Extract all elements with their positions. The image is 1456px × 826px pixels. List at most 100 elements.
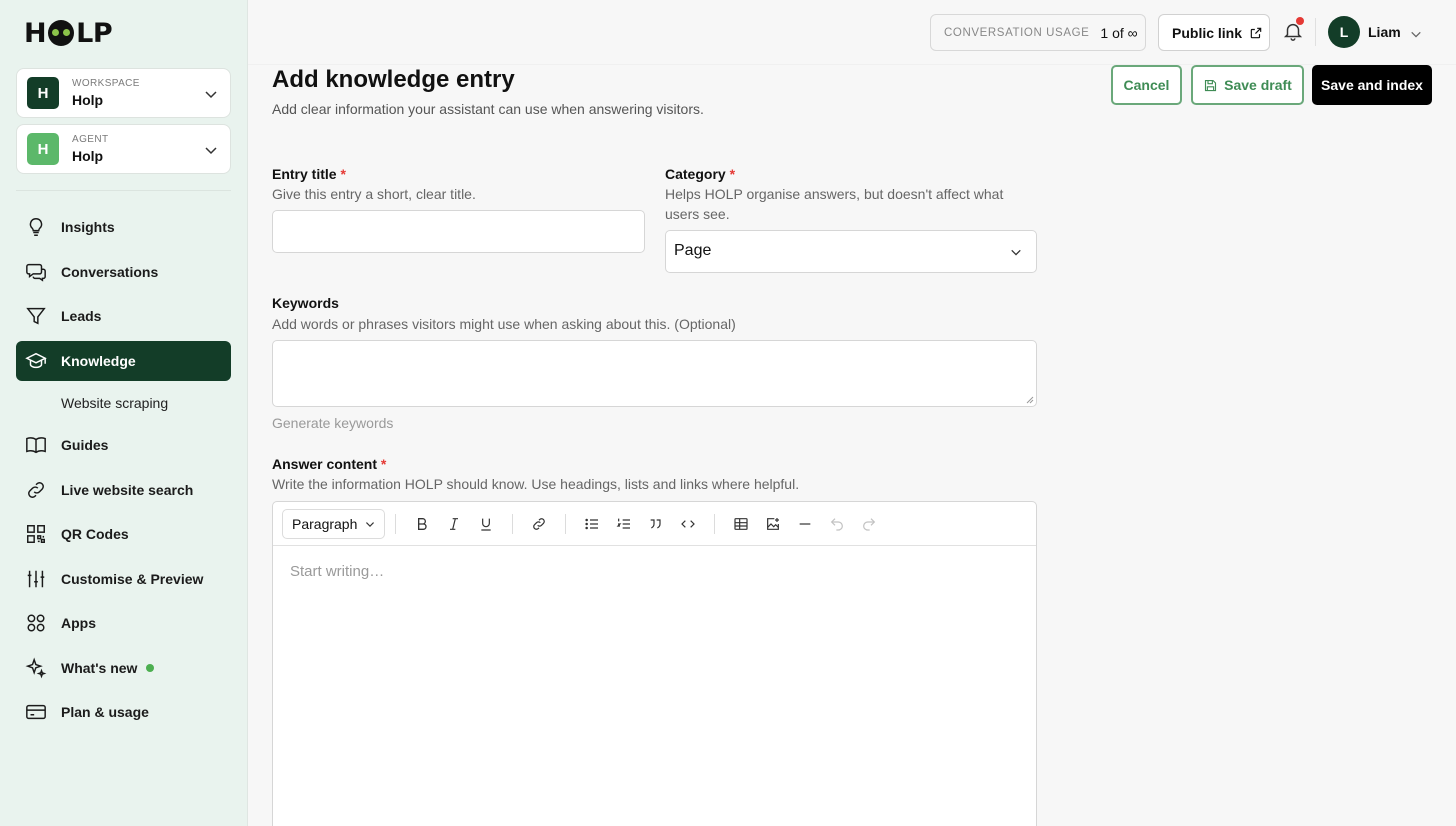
sidebar-item-conversations[interactable]: Conversations — [16, 252, 231, 292]
sidebar-item-label: Live website search — [61, 482, 194, 498]
holp-logo[interactable]: H LP — [24, 18, 113, 49]
sidebar-item-label: Insights — [61, 219, 115, 235]
public-link-button[interactable]: Public link — [1158, 14, 1270, 51]
code-button[interactable] — [672, 509, 704, 539]
undo-button[interactable] — [821, 509, 853, 539]
sidebar-item-qr-codes[interactable]: QR Codes — [16, 514, 231, 554]
italic-button[interactable] — [438, 509, 470, 539]
save-icon — [1205, 79, 1217, 91]
conversation-usage-badge: CONVERSATION USAGE 1 of ∞ — [930, 14, 1146, 51]
sidebar-item-apps[interactable]: Apps — [16, 603, 231, 643]
link-button[interactable] — [523, 509, 555, 539]
table-icon — [734, 517, 748, 530]
lightbulb-icon — [29, 218, 43, 236]
resize-handle-icon[interactable] — [1025, 395, 1034, 404]
sidebar-item-whats-new[interactable]: What's new — [16, 648, 231, 688]
toolbar-divider — [714, 513, 715, 534]
save-draft-label: Save draft — [1224, 77, 1292, 93]
category-help: Helps HOLP organise answers, but doesn't… — [665, 186, 1004, 222]
sidebar-item-label: Apps — [61, 615, 96, 631]
redo-icon — [863, 517, 876, 531]
sidebar-item-live-website-search[interactable]: Live website search — [16, 470, 231, 510]
page-subtitle: Add clear information your assistant can… — [272, 101, 704, 117]
blockquote-button[interactable] — [640, 509, 672, 539]
funnel-icon — [26, 307, 46, 325]
generate-keywords-button[interactable]: Generate keywords — [272, 415, 393, 431]
toolbar-divider — [395, 513, 396, 534]
agent-selector[interactable]: H AGENT Holp — [16, 124, 231, 174]
horizontal-rule-button[interactable] — [789, 509, 821, 539]
user-name[interactable]: Liam — [1368, 24, 1401, 40]
sidebar-item-leads[interactable]: Leads — [16, 296, 231, 336]
agent-value: Holp — [72, 148, 104, 164]
entry-title-help: Give this entry a short, clear title. — [272, 186, 476, 202]
chevron-down-icon[interactable] — [1410, 28, 1422, 40]
redo-button[interactable] — [853, 509, 885, 539]
chevron-down-icon — [366, 521, 375, 527]
graduation-cap-icon — [25, 352, 47, 369]
save-and-index-button[interactable]: Save and index — [1312, 65, 1432, 105]
notification-dot — [1296, 17, 1304, 25]
qr-code-icon — [27, 525, 45, 543]
cancel-button[interactable]: Cancel — [1111, 65, 1182, 105]
toolbar-divider — [512, 513, 513, 534]
sidebar-item-plan-usage[interactable]: Plan & usage — [16, 692, 231, 732]
chat-bubbles-icon — [26, 263, 46, 282]
block-type-select[interactable]: Paragraph — [282, 508, 385, 539]
editor-toolbar: Paragraph — [273, 502, 1036, 546]
public-link-label: Public link — [1172, 24, 1243, 41]
bold-icon — [418, 517, 427, 530]
answer-content-label-text: Answer content — [272, 456, 378, 472]
required-mark: * — [380, 456, 387, 472]
workspace-avatar: H — [27, 77, 59, 109]
sidebar-item-knowledge[interactable]: Knowledge — [16, 341, 231, 381]
sliders-icon — [27, 570, 45, 588]
image-add-icon — [767, 517, 779, 530]
agent-avatar: H — [27, 133, 59, 165]
required-mark: * — [340, 166, 346, 182]
code-icon — [681, 519, 695, 528]
category-select[interactable]: Page — [665, 230, 1037, 273]
entry-title-input[interactable] — [272, 210, 645, 253]
editor-placeholder[interactable]: Start writing… — [290, 563, 384, 580]
image-button[interactable] — [757, 509, 789, 539]
sidebar-item-guides[interactable]: Guides — [16, 425, 231, 465]
sparkles-icon — [25, 657, 47, 679]
numbered-list-button[interactable] — [608, 509, 640, 539]
underline-button[interactable] — [470, 509, 502, 539]
bullet-list-button[interactable] — [576, 509, 608, 539]
workspace-selector[interactable]: H WORKSPACE Holp — [16, 68, 231, 118]
user-avatar[interactable]: L — [1328, 16, 1360, 48]
credit-card-icon — [26, 704, 46, 720]
chevron-down-icon — [205, 147, 217, 155]
usage-value: 1 of ∞ — [1100, 24, 1138, 41]
block-type-value: Paragraph — [292, 515, 358, 532]
new-indicator-dot — [146, 664, 155, 672]
sidebar-item-label: Plan & usage — [61, 704, 149, 720]
category-label-text: Category — [665, 166, 726, 182]
answer-content-label: Answer content * — [272, 456, 386, 472]
bold-button[interactable] — [406, 509, 438, 539]
keywords-textarea[interactable] — [272, 340, 1037, 407]
link-icon — [28, 482, 44, 498]
workspace-label: WORKSPACE — [72, 78, 140, 89]
cancel-label: Cancel — [1123, 77, 1170, 93]
rich-text-editor: Paragraph Start writing… — [272, 501, 1037, 826]
required-mark: * — [729, 166, 736, 182]
sidebar-item-label: Knowledge — [61, 353, 136, 369]
usage-label: CONVERSATION USAGE — [944, 26, 1090, 39]
category-label: Category * — [665, 166, 735, 182]
sidebar-item-insights[interactable]: Insights — [16, 207, 231, 247]
table-button[interactable] — [725, 509, 757, 539]
sidebar-subitem-website-scraping[interactable]: Website scraping — [61, 395, 168, 411]
sidebar-item-customise-preview[interactable]: Customise & Preview — [16, 559, 231, 599]
sidebar-item-label: Conversations — [61, 264, 159, 280]
sidebar-item-label: QR Codes — [61, 526, 129, 542]
sidebar-item-label: What's new — [61, 660, 138, 676]
save-draft-button[interactable]: Save draft — [1191, 65, 1304, 105]
keywords-help: Add words or phrases visitors might use … — [272, 316, 736, 332]
chevron-down-icon — [1011, 249, 1021, 256]
sidebar-item-label: Customise & Preview — [61, 571, 204, 587]
italic-icon — [450, 517, 458, 530]
link-icon — [533, 517, 545, 530]
